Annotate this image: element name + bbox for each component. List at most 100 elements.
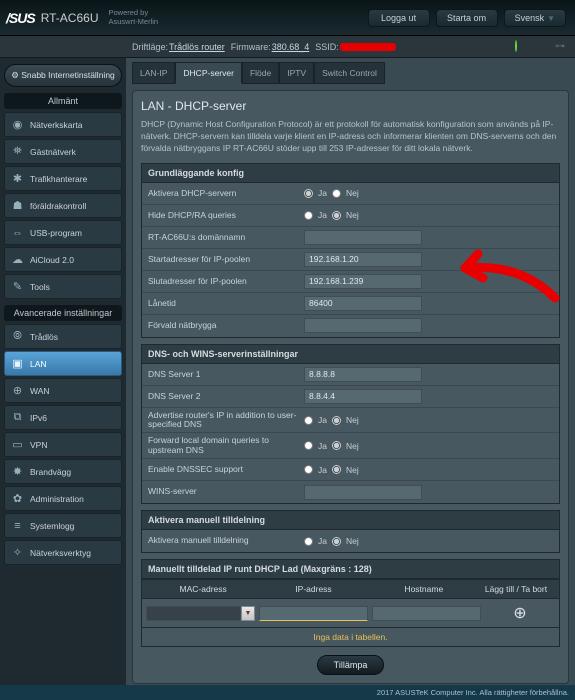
menu-icon: ≡	[10, 518, 25, 533]
no-data-message: Inga data i tabellen.	[141, 628, 560, 647]
mac-dropdown-button[interactable]: ▼	[241, 606, 255, 621]
input-hostname[interactable]	[372, 606, 481, 621]
input-ip[interactable]	[259, 606, 368, 621]
sidebar-item-label: Systemlogg	[30, 521, 74, 531]
manual-enable-body: Aktivera manuell tilldelning JaNej	[141, 530, 560, 553]
radio-advertise-no[interactable]	[332, 416, 341, 425]
powered-by: Powered by Asuswrt-Merlin	[108, 9, 158, 26]
sidebar-item-trafikhanterare[interactable]: ✱Trafikhanterare	[4, 166, 122, 191]
sidebar-item-lan[interactable]: ▣LAN	[4, 351, 122, 376]
basic-config-header: Grundläggande konfig	[141, 163, 560, 183]
page-title: LAN - DHCP-server	[141, 99, 560, 113]
wifi-icon[interactable]	[495, 41, 507, 53]
radio-manual-yes[interactable]	[304, 537, 313, 546]
radio-forward-no[interactable]	[332, 441, 341, 450]
language-dropdown[interactable]: Svensk▼	[504, 9, 566, 27]
sidebar-item-label: WAN	[30, 386, 50, 396]
manual-enable-header: Aktivera manuell tilldelning	[141, 510, 560, 530]
input-gateway[interactable]	[304, 318, 422, 333]
radio-forward-yes[interactable]	[304, 441, 313, 450]
globe-icon[interactable]	[515, 41, 527, 53]
input-pool-end[interactable]	[304, 274, 422, 289]
label-lease: Lånetid	[148, 299, 304, 308]
user-icon[interactable]	[535, 41, 547, 53]
tab-dhcp-server[interactable]: DHCP-server	[175, 62, 242, 84]
quick-setup-button[interactable]: ⚙ Snabb Internetinställning	[4, 64, 122, 87]
mode-label: Driftläge:	[132, 42, 168, 52]
sidebar-item-n-tverksverktyg[interactable]: ✧ Nätverksverktyg	[4, 540, 122, 565]
sidebar-item-tr-dl-s[interactable]: ⦾Trådlös	[4, 324, 122, 349]
sidebar-item-f-r-ldrakontroll[interactable]: ☗föräldrakontroll	[4, 193, 122, 218]
sidebar-item-aicloud-2-0[interactable]: ☁AiCloud 2.0	[4, 247, 122, 272]
input-pool-start[interactable]	[304, 252, 422, 267]
logout-button[interactable]: Logga ut	[368, 9, 430, 27]
sidebar-item-tools[interactable]: ✎Tools	[4, 274, 122, 299]
info-bar: Driftläge: Trådlös router Firmware: 380.…	[0, 36, 575, 58]
sidebar-item-administration[interactable]: ✿Administration	[4, 486, 122, 511]
sidebar-item-g-stn-tverk[interactable]: ⛯Gästnätverk	[4, 139, 122, 164]
tab-fl-de[interactable]: Flöde	[242, 62, 279, 84]
sidebar-item-wan[interactable]: ⊕WAN	[4, 378, 122, 403]
sidebar-item-n-tverkskarta[interactable]: ◉Nätverkskarta	[4, 112, 122, 137]
input-dns1[interactable]	[304, 367, 422, 382]
col-action: Lägg till / Ta bort	[479, 584, 553, 594]
tab-iptv[interactable]: IPTV	[279, 62, 314, 84]
label-advertise: Advertise router's IP in addition to use…	[148, 411, 304, 430]
input-mac[interactable]	[146, 606, 241, 621]
menu-icon: ✱	[10, 171, 25, 186]
radio-dnssec-yes[interactable]	[304, 465, 313, 474]
col-host: Hostname	[369, 584, 479, 594]
menu-icon: ▭	[10, 437, 25, 452]
label-forward: Forward local domain queries to upstream…	[148, 436, 304, 455]
menu-icon: ☗	[10, 198, 25, 213]
basic-config-body: Aktivera DHCP-servern JaNej Hide DHCP/RA…	[141, 183, 560, 338]
sidebar-item-label: Trådlös	[30, 332, 58, 342]
radio-dnssec-no[interactable]	[332, 465, 341, 474]
menu-icon: ⧉	[10, 410, 25, 425]
radio-enable-dhcp-yes[interactable]	[304, 189, 313, 198]
input-wins[interactable]	[304, 485, 422, 500]
chevron-down-icon: ▼	[547, 14, 555, 23]
radio-hide-dhcp-yes[interactable]	[304, 211, 313, 220]
sidebar-item-label: IPv6	[30, 413, 47, 423]
menu-icon: ✧	[10, 545, 25, 560]
radio-hide-dhcp-no[interactable]	[332, 211, 341, 220]
sidebar-item-label: AiCloud 2.0	[30, 255, 74, 265]
firmware-value[interactable]: 380.68_4	[272, 42, 310, 52]
input-lease[interactable]	[304, 296, 422, 311]
manual-list-columns: MAC-adress IP-adress Hostname Lägg till …	[141, 579, 560, 599]
content-area: LAN-IPDHCP-serverFlödeIPTVSwitch Control…	[126, 58, 575, 700]
sidebar-item-ipv6[interactable]: ⧉ IPv6	[4, 405, 122, 430]
tab-lan-ip[interactable]: LAN-IP	[132, 62, 175, 84]
sidebar-item-brandv-gg[interactable]: ✸ Brandvägg	[4, 459, 122, 484]
sidebar-item-systemlogg[interactable]: ≡ Systemlogg	[4, 513, 122, 538]
tab-switch-control[interactable]: Switch Control	[314, 62, 385, 84]
sidebar-item-label: Tools	[30, 282, 50, 292]
sidebar-item-label: Brandvägg	[30, 467, 71, 477]
tab-bar: LAN-IPDHCP-serverFlödeIPTVSwitch Control	[132, 58, 569, 88]
dns-config-header: DNS- och WINS-serverinställningar	[141, 344, 560, 364]
sidebar: ⚙ Snabb Internetinställning Allmänt ◉Nät…	[0, 58, 126, 700]
sidebar-item-usb-program[interactable]: ⇔USB-program	[4, 220, 122, 245]
label-dnssec: Enable DNSSEC support	[148, 465, 304, 474]
radio-manual-no[interactable]	[332, 537, 341, 546]
usb-icon[interactable]: ⊶	[555, 41, 567, 53]
copyright: 2017 ASUSTeK Computer Inc. Alla rättighe…	[0, 685, 575, 700]
radio-enable-dhcp-no[interactable]	[332, 189, 341, 198]
menu-icon: ✸	[10, 464, 25, 479]
input-domain[interactable]	[304, 230, 422, 245]
input-dns2[interactable]	[304, 389, 422, 404]
sidebar-item-vpn[interactable]: ▭VPN	[4, 432, 122, 457]
sidebar-item-label: Nätverkskarta	[30, 120, 82, 130]
apply-button[interactable]: Tillämpa	[317, 655, 385, 675]
label-domain: RT-AC66U:s domännamn	[148, 233, 304, 242]
label-pool-end: Slutadresser för IP-poolen	[148, 277, 304, 286]
label-dns2: DNS Server 2	[148, 392, 304, 401]
sidebar-item-label: Nätverksverktyg	[30, 548, 91, 558]
add-button[interactable]: ⊕	[485, 603, 555, 623]
main-panel: LAN - DHCP-server DHCP (Dynamic Host Con…	[132, 90, 569, 684]
label-gateway: Förvald nätbrygga	[148, 321, 304, 330]
reboot-button[interactable]: Starta om	[436, 9, 498, 27]
radio-advertise-yes[interactable]	[304, 416, 313, 425]
mode-value[interactable]: Trådlös router	[169, 42, 225, 52]
